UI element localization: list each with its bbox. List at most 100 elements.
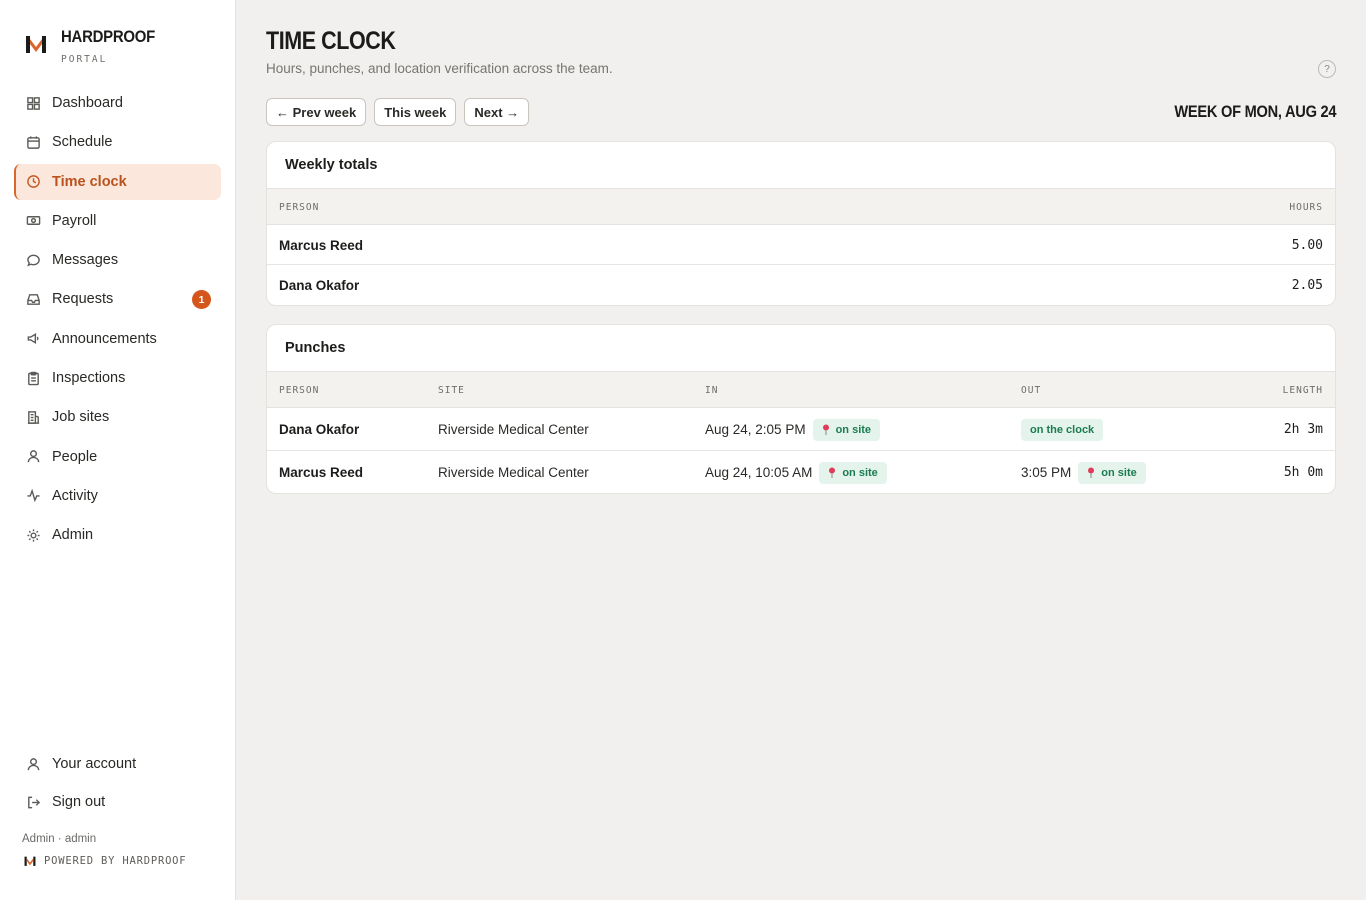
nav-item-announcements[interactable]: Announcements bbox=[14, 321, 221, 357]
hours-value: 2.05 bbox=[1291, 277, 1323, 293]
location-pin-icon bbox=[822, 424, 829, 435]
punches-title: Punches bbox=[267, 325, 1335, 372]
nav-item-label: Messages bbox=[52, 252, 119, 269]
user-icon bbox=[25, 756, 41, 772]
punch-in: Aug 24, 2:05 PM on site bbox=[705, 408, 881, 451]
hardproof-logo bbox=[24, 856, 36, 866]
nav-item-job-sites[interactable]: Job sites bbox=[14, 399, 221, 435]
sidebar: HARDPROOF PORTAL Dashboard Schedule Time… bbox=[0, 0, 236, 900]
nav-item-label: Admin bbox=[52, 527, 94, 544]
nav-item-label: Sign out bbox=[52, 794, 106, 810]
nav-item-label: Dashboard bbox=[52, 95, 123, 111]
column-in: IN bbox=[705, 385, 719, 396]
column-length: LENGTH bbox=[1282, 385, 1323, 396]
week-navigation: ← Prev week This week Next → bbox=[266, 98, 537, 126]
nav-item-label: Inspections bbox=[52, 370, 126, 387]
person-name: Marcus Reed bbox=[279, 465, 364, 480]
hardproof-logo bbox=[26, 36, 46, 53]
location-status-badge: on site bbox=[1078, 461, 1146, 484]
column-site: SITE bbox=[438, 385, 465, 396]
nav-item-requests[interactable]: Requests 1 bbox=[14, 281, 221, 317]
nav-item-time-clock[interactable]: Time clock bbox=[14, 163, 221, 200]
nav-item-sign-out[interactable]: Sign out bbox=[14, 784, 221, 820]
account-nav: Your account Sign out bbox=[14, 746, 221, 822]
punch-out: 3:05 PM on site bbox=[1021, 451, 1146, 493]
length-value: 5h 0m bbox=[1283, 465, 1323, 480]
location-status-badge: on site bbox=[819, 461, 887, 484]
status-text: on site bbox=[835, 423, 872, 436]
activity-icon bbox=[25, 488, 41, 504]
nav-item-people[interactable]: People bbox=[14, 439, 221, 475]
main-nav: Dashboard Schedule Time clock Payroll Me… bbox=[14, 85, 221, 557]
requests-count-badge: 1 bbox=[192, 290, 211, 310]
table-header: PERSON HOURS bbox=[267, 189, 1335, 225]
table-row: Marcus Reed 5.00 bbox=[267, 225, 1335, 265]
nav-item-label: Schedule bbox=[52, 134, 113, 151]
column-out: OUT bbox=[1021, 385, 1042, 396]
nav-item-label: Time clock bbox=[52, 173, 127, 190]
nav-item-label: Activity bbox=[52, 487, 98, 504]
punch-out-time: 3:05 PM bbox=[1021, 465, 1072, 480]
punch-in-time: Aug 24, 10:05 AM bbox=[705, 465, 813, 480]
nav-item-label: Payroll bbox=[52, 212, 97, 229]
table-row: Dana Okafor 2.05 bbox=[267, 265, 1335, 305]
week-label: WEEK OF MON, AUG 24 bbox=[1174, 102, 1336, 121]
user-icon bbox=[25, 449, 41, 465]
megaphone-icon bbox=[25, 331, 41, 347]
brand-sub: PORTAL bbox=[61, 54, 108, 65]
hours-value: 5.00 bbox=[1291, 237, 1323, 253]
table-header: PERSON SITE IN OUT LENGTH bbox=[267, 372, 1335, 408]
nav-item-inspections[interactable]: Inspections bbox=[14, 360, 221, 396]
page-subtitle: Hours, punches, and location verificatio… bbox=[266, 61, 613, 76]
sign-out-icon bbox=[25, 794, 41, 810]
calendar-icon bbox=[25, 134, 41, 150]
nav-item-dashboard[interactable]: Dashboard bbox=[14, 85, 221, 121]
inbox-icon bbox=[25, 291, 41, 307]
next-week-button[interactable]: Next → bbox=[464, 98, 530, 126]
person-name: Dana Okafor bbox=[279, 422, 360, 437]
nav-item-label: Job sites bbox=[52, 409, 110, 426]
chat-icon bbox=[25, 252, 41, 268]
powered-by-text: POWERED BY HARDPROOF bbox=[44, 855, 187, 867]
punch-in: Aug 24, 10:05 AM on site bbox=[705, 451, 887, 493]
grid-icon bbox=[25, 95, 41, 111]
nav-item-payroll[interactable]: Payroll bbox=[14, 203, 221, 239]
nav-item-your-account[interactable]: Your account bbox=[14, 746, 221, 782]
punches-card: Punches PERSON SITE IN OUT LENGTH Dana O… bbox=[266, 324, 1336, 494]
person-name: Dana Okafor bbox=[279, 277, 360, 293]
column-person: PERSON bbox=[279, 202, 320, 213]
money-icon bbox=[25, 213, 41, 229]
punch-out: on the clock bbox=[1021, 408, 1104, 451]
status-text: on site bbox=[1101, 466, 1137, 479]
table-row: Dana Okafor Riverside Medical Center Aug… bbox=[267, 408, 1335, 451]
nav-item-schedule[interactable]: Schedule bbox=[14, 124, 221, 160]
nav-item-activity[interactable]: Activity bbox=[14, 478, 221, 514]
location-pin-icon bbox=[829, 467, 836, 478]
clipboard-icon bbox=[25, 370, 41, 386]
location-pin-icon bbox=[1088, 467, 1095, 478]
nav-item-admin[interactable]: Admin bbox=[14, 517, 221, 553]
table-row: Marcus Reed Riverside Medical Center Aug… bbox=[267, 451, 1335, 493]
this-week-button[interactable]: This week bbox=[374, 98, 457, 126]
person-name: Marcus Reed bbox=[279, 237, 364, 253]
location-status-badge: on site bbox=[812, 418, 881, 441]
sun-icon bbox=[25, 527, 41, 543]
nav-item-label: Your account bbox=[52, 756, 137, 772]
current-user: Admin · admin bbox=[22, 833, 97, 845]
weekly-totals-title: Weekly totals bbox=[267, 142, 1335, 189]
brand[interactable]: HARDPROOF PORTAL bbox=[25, 27, 168, 65]
nav-item-label: People bbox=[52, 448, 98, 465]
column-hours: HOURS bbox=[1289, 202, 1323, 213]
building-icon bbox=[25, 409, 41, 425]
punch-in-time: Aug 24, 2:05 PM bbox=[705, 422, 806, 437]
nav-item-messages[interactable]: Messages bbox=[14, 242, 221, 278]
powered-by: POWERED BY HARDPROOF bbox=[24, 855, 186, 867]
page-title: TIME CLOCK bbox=[266, 27, 396, 55]
prev-week-button[interactable]: ← Prev week bbox=[266, 98, 367, 126]
column-person: PERSON bbox=[279, 385, 320, 396]
site-name: Riverside Medical Center bbox=[438, 465, 589, 480]
nav-item-label: Requests bbox=[52, 291, 114, 308]
brand-name: HARDPROOF bbox=[61, 27, 156, 46]
help-icon[interactable]: ? bbox=[1318, 60, 1336, 78]
clock-status-badge: on the clock bbox=[1021, 418, 1104, 441]
